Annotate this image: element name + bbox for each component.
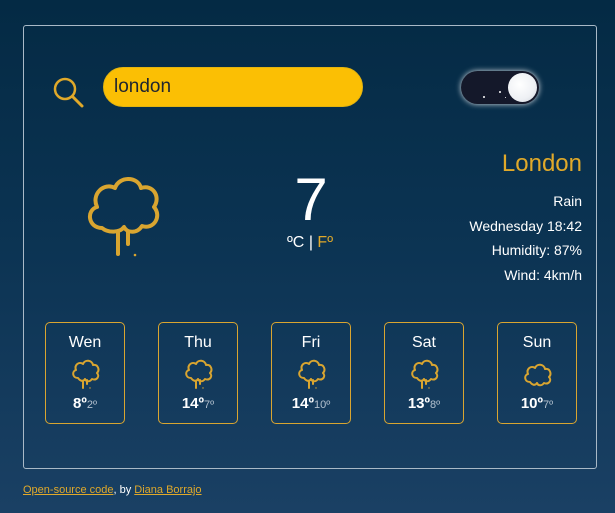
source-code-link[interactable]: Open-source code [23, 484, 114, 496]
rain-cloud-icon [72, 359, 100, 389]
forecast-min: 2º [86, 399, 97, 411]
forecast-min: 8º [430, 399, 441, 411]
wind: Wind: 4km/h [504, 266, 582, 283]
forecast-day: Sat [411, 334, 436, 351]
forecast-day: Fri [301, 334, 321, 351]
rain-cloud-icon [185, 359, 213, 389]
footer-by: , by [113, 484, 135, 496]
star-icon [505, 97, 506, 98]
footer: Open-source code, by Diana Borrajo [23, 484, 202, 496]
search-input[interactable] [103, 67, 363, 107]
forecast-temps: 13º8º [385, 395, 463, 412]
forecast-temps: 14º7º [159, 395, 237, 412]
weather-info: London Rain Wednesday 18:42 Humidity: 87… [469, 150, 582, 287]
forecast-max: 14º [291, 395, 314, 412]
forecast-day-card: Sun 10º7º [497, 322, 577, 424]
forecast-temps: 10º7º [498, 395, 576, 412]
forecast-max: 8º [73, 395, 87, 412]
forecast-max: 10º [520, 395, 544, 412]
city-name: London [501, 150, 582, 177]
forecast-day: Thu [184, 334, 212, 351]
star-icon [499, 91, 501, 93]
cloud-icon [524, 363, 552, 387]
forecast-day: Sun [522, 334, 552, 351]
search-icon[interactable] [52, 76, 84, 108]
rain-cloud-icon [88, 177, 160, 257]
forecast-min: 10º [313, 399, 331, 411]
datetime: Wednesday 18:42 [469, 217, 582, 234]
author-link[interactable]: Diana Borrajo [134, 484, 201, 496]
forecast-day-card: Sat 13º8º [384, 322, 464, 424]
forecast-day: Wen [68, 334, 102, 351]
forecast-max: 13º [407, 395, 431, 412]
unit-switch: ºC | Fº [270, 234, 350, 252]
forecast-day-card: Thu 14º7º [158, 322, 238, 424]
forecast-max: 14º [181, 395, 205, 412]
current-temperature: 7 [294, 166, 328, 233]
forecast-day-card: Fri 14º10º [271, 322, 351, 424]
humidity: Humidity: 87% [491, 242, 582, 258]
rain-cloud-icon [298, 359, 326, 389]
forecast-day-card: Wen 8º2º [45, 322, 125, 424]
forecast-min: 7º [204, 399, 215, 411]
unit-separator: | [308, 234, 313, 251]
unit-celsius[interactable]: ºC [287, 234, 304, 251]
forecast-temps: 14º10º [272, 395, 350, 412]
theme-toggle[interactable] [461, 71, 539, 104]
weather-description: Rain [553, 193, 582, 209]
rain-cloud-icon [411, 359, 439, 389]
moon-icon [508, 73, 537, 102]
unit-fahrenheit[interactable]: Fº [317, 234, 333, 251]
forecast-temps: 8º2º [46, 395, 124, 412]
star-icon [483, 96, 485, 98]
forecast-min: 7º [543, 399, 554, 411]
